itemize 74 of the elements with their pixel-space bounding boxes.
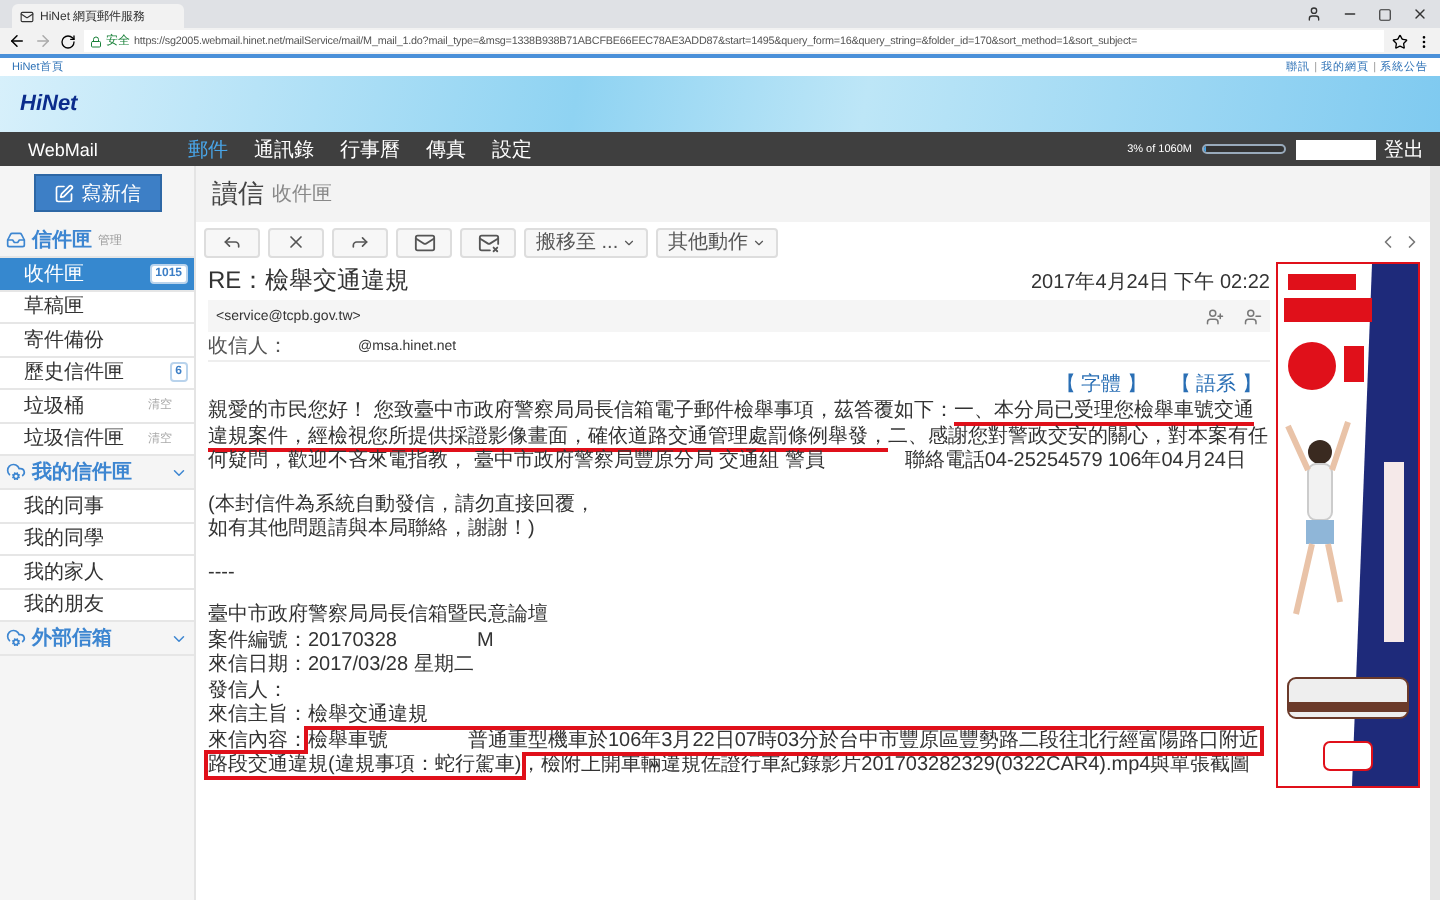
section-title: 外部信箱 — [32, 625, 112, 652]
folder-label: 垃圾桶 — [24, 393, 84, 420]
section-title: 我的信件匣 — [32, 459, 132, 486]
close-icon[interactable] — [1412, 6, 1428, 22]
message-text: ---- — [208, 561, 237, 586]
message-subject: RE：檢舉交通違規 — [208, 264, 410, 298]
mail-button[interactable] — [396, 227, 452, 257]
folder-label: 收件匣 — [24, 261, 84, 288]
logo[interactable]: HiNet — [20, 92, 78, 116]
recipient-label: 收信人： — [208, 334, 290, 360]
caret-icon — [622, 235, 637, 249]
block-sender-icon[interactable] — [1244, 307, 1262, 325]
bookmark-icon[interactable] — [1392, 33, 1408, 49]
option-link[interactable]: 【 語系 】 — [1170, 370, 1262, 398]
reply-button[interactable] — [204, 227, 260, 257]
dropdown-button[interactable]: 其他動作 — [656, 227, 779, 257]
mail-icon — [477, 231, 499, 253]
logout-link[interactable]: 登出 — [1384, 135, 1424, 163]
nav-tab[interactable]: 傳真 — [426, 135, 466, 163]
folder-item[interactable]: 我的同事 — [0, 490, 194, 523]
nav-tab[interactable]: 郵件 — [188, 135, 228, 163]
message-text: 案件編號：20170328 M — [208, 629, 496, 653]
option-link[interactable]: 【 字體 】 — [1055, 370, 1147, 398]
add-contact-icon[interactable] — [1206, 307, 1224, 325]
dropdown-button[interactable]: 搬移至 ... — [524, 227, 649, 257]
message-text: 發信人： — [208, 679, 290, 703]
nav-tab[interactable]: 通訊錄 — [254, 135, 314, 163]
folder-item[interactable]: 我的同學 — [0, 523, 194, 556]
cloud-icon — [6, 628, 26, 648]
compose-icon — [53, 183, 73, 203]
nav-tab[interactable]: 行事曆 — [340, 135, 400, 163]
message-text: 臺中市政府警察局局長信箱暨民意論壇 — [208, 604, 550, 629]
folder-item[interactable]: 我的朋友 — [0, 589, 194, 622]
message-text: (本封信件為系統自動發信，請勿直接回覆， — [208, 493, 597, 517]
mail-icon — [413, 231, 435, 253]
search-field[interactable] — [1296, 139, 1376, 159]
forward-button[interactable] — [332, 227, 388, 257]
lock-icon — [90, 35, 102, 47]
message-date: 2017年4月24日 下午 02:22 — [1030, 269, 1270, 295]
message-text: 親愛的市民您好！ 您致臺中市政府警察局局長信箱電子郵件檢舉事項，茲答覆如下：一、本分局已受理您檢舉車號交通違規案件，經檢視您所提供採證影像畫面，確依道路交通管理處罰條例舉發，二、感謝您對警政交安的關心，對本案有任何疑問，歡迎不吝來電指教， 臺中市政府警察局豐原分局 交通組 警員 聯絡電話04-25254579 106年04月24日 — [208, 400, 1270, 475]
section-title: 信件匣 — [32, 227, 92, 254]
compose-button[interactable]: 寫新信 — [33, 174, 161, 212]
message-text: 來信日期：2017/03/28 星期二 — [208, 654, 476, 679]
scrollbar[interactable] — [1430, 166, 1440, 900]
folder-item[interactable]: 寄件備份 — [0, 324, 194, 357]
brand-name: WebMail — [28, 139, 100, 159]
profile-icon[interactable] — [1306, 6, 1322, 22]
folder-label: 歷史信件匣 — [24, 359, 124, 387]
folder-label: 我的家人 — [24, 559, 104, 586]
maximize-icon[interactable] — [1378, 7, 1392, 21]
mail-icon — [20, 9, 34, 23]
page-title: 讀信 — [212, 176, 264, 212]
delete-button[interactable] — [268, 227, 324, 257]
mail-button[interactable] — [460, 227, 516, 257]
folder-label: 我的同學 — [24, 525, 104, 553]
reply-icon — [222, 232, 242, 252]
cloud-icon — [6, 462, 26, 482]
delete-icon — [286, 232, 306, 252]
folder-label: 寄件備份 — [24, 327, 104, 354]
folder-item[interactable]: 草稿匣 — [0, 291, 194, 324]
folder-label: 我的同事 — [24, 493, 104, 520]
caret-icon — [752, 235, 767, 249]
forward-icon — [350, 232, 370, 252]
back-icon[interactable] — [8, 32, 26, 50]
page-subtitle: 收件匣 — [272, 182, 332, 208]
folder-label: 我的朋友 — [24, 591, 104, 619]
reload-icon[interactable] — [60, 33, 76, 49]
folder-label: 草稿匣 — [24, 293, 84, 321]
message-text: 如有其他問題請與本局聯絡，謝謝！) — [208, 518, 537, 543]
inbox-icon — [6, 230, 26, 250]
folder-item[interactable]: 我的家人 — [0, 556, 194, 589]
nav-tab[interactable]: 設定 — [492, 135, 532, 163]
folder-label: 垃圾信件匣 — [24, 425, 124, 453]
message-text: 來信主旨：檢舉交通違規 — [208, 704, 430, 729]
